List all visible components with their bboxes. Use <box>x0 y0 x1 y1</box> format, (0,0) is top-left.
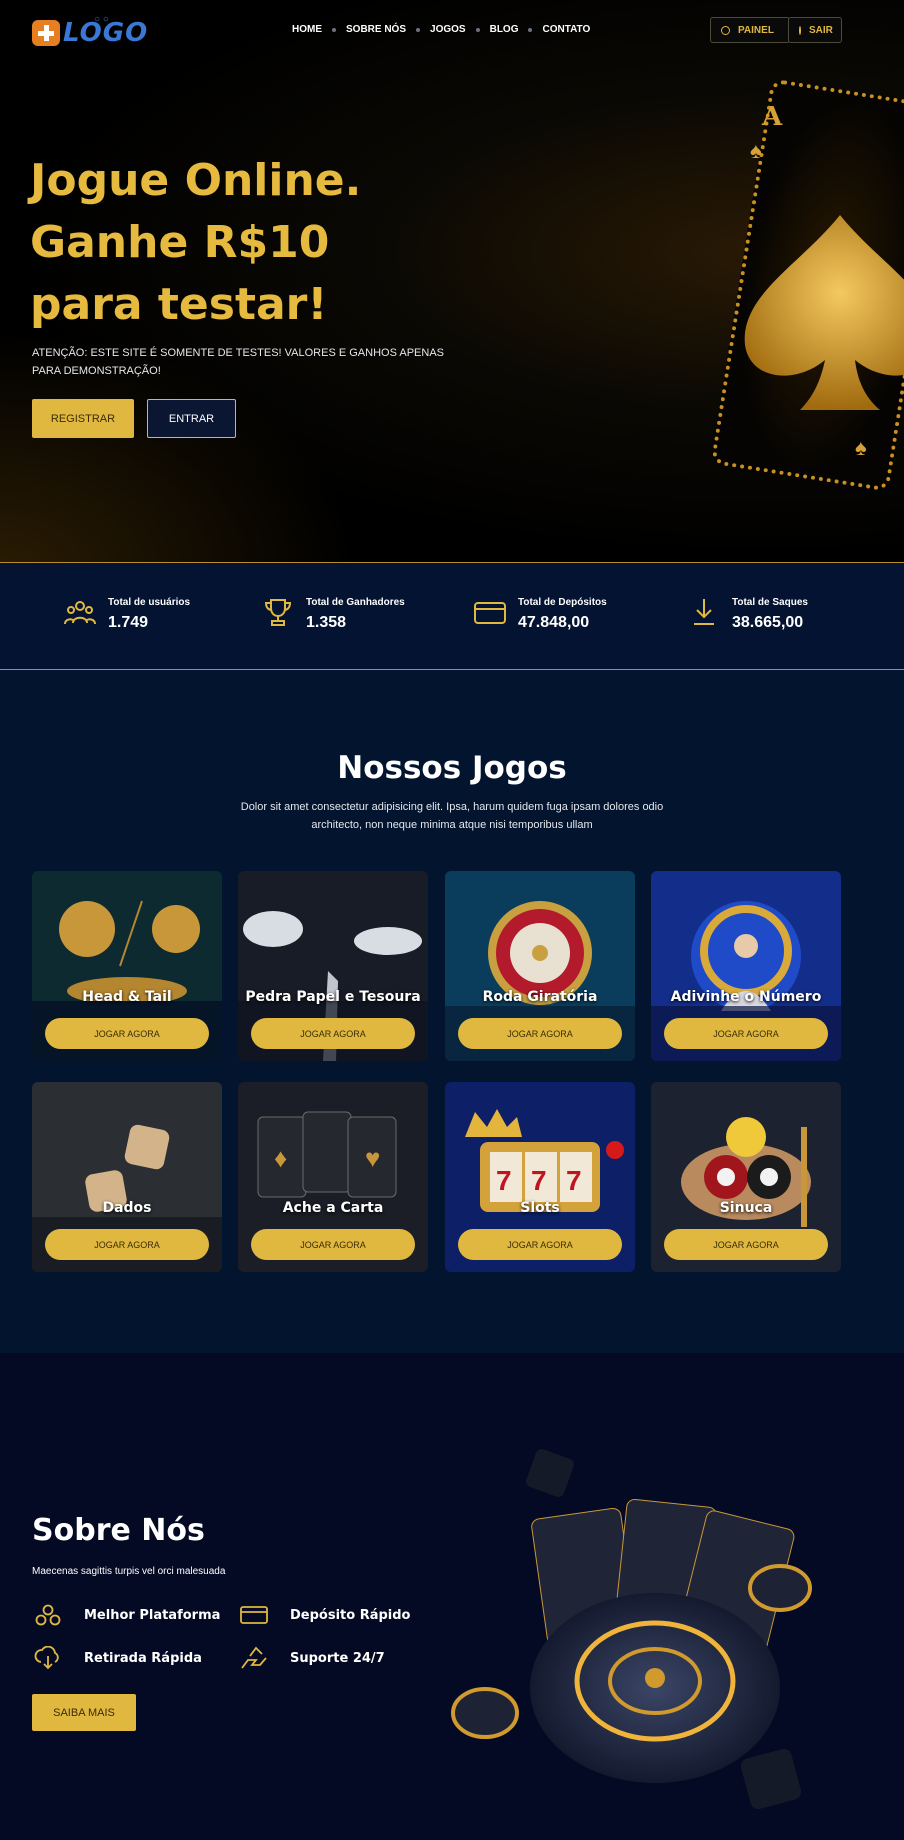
games-title: Nossos Jogos <box>337 750 567 786</box>
game-card-pool[interactable]: Sinuca JOGAR AGORA <box>651 1082 841 1272</box>
logo-dots-icon: ○ ○ <box>94 14 109 25</box>
feature-label: Melhor Plataforma <box>84 1607 221 1623</box>
painel-label: PAINEL <box>738 24 774 36</box>
game-card-guess-number[interactable]: Adivinhe o Número JOGAR AGORA <box>651 871 841 1061</box>
stat-value: 47.848,00 <box>518 614 590 631</box>
play-now-button[interactable]: JOGAR AGORA <box>458 1229 622 1260</box>
stat-label: Total de Ganhadores <box>306 597 405 608</box>
stats-bar: Total de usuários 1.749 Total de Ganhado… <box>0 562 904 670</box>
svg-text:♠: ♠ <box>750 138 762 163</box>
nav-sobre-nos[interactable]: SOBRE NÓS <box>346 24 406 35</box>
nav-jogos[interactable]: JOGOS <box>430 24 466 35</box>
nav-separator <box>528 27 533 32</box>
stat-label: Total de Depósitos <box>518 597 607 608</box>
trophy-icon <box>264 599 292 626</box>
ace-of-spades-illustration: A ♠ ♠ <box>700 78 904 500</box>
play-now-button[interactable]: JOGAR AGORA <box>45 1229 209 1260</box>
credit-card-icon <box>240 1606 268 1624</box>
game-name: Head & Tail <box>82 989 172 1005</box>
nav-separator <box>475 27 480 32</box>
play-now-button[interactable]: JOGAR AGORA <box>664 1229 828 1260</box>
feature-best-platform: Melhor Plataforma <box>34 1603 220 1627</box>
svg-text:♥: ♥ <box>365 1143 380 1173</box>
play-now-button[interactable]: JOGAR AGORA <box>458 1018 622 1049</box>
stat-winners: Total de Ganhadores 1.358 <box>262 597 405 632</box>
play-now-button[interactable]: JOGAR AGORA <box>251 1018 415 1049</box>
game-name: Dados <box>102 1200 152 1216</box>
game-card-wheel[interactable]: Roda Giratória JOGAR AGORA <box>445 871 635 1061</box>
game-card-find-card[interactable]: ♦ ♥ Ache a Carta JOGAR AGORA <box>238 1082 428 1272</box>
main-nav: HOME SOBRE NÓS JOGOS BLOG CONTATO <box>292 24 590 35</box>
games-description: Dolor sit amet consectetur adipisicing e… <box>240 801 664 831</box>
learn-more-button[interactable]: SAIBA MAIS <box>32 1694 136 1731</box>
game-name: Ache a Carta <box>282 1200 384 1216</box>
game-card-slots[interactable]: 777 Slots JOGAR AGORA <box>445 1082 635 1272</box>
stat-users: Total de usuários 1.749 <box>64 597 190 632</box>
game-name: Sinuca <box>719 1200 773 1216</box>
stat-value: 1.749 <box>108 614 149 631</box>
game-name: Slots <box>520 1200 560 1216</box>
svg-text:A: A <box>761 102 783 132</box>
play-now-button[interactable]: JOGAR AGORA <box>251 1229 415 1260</box>
dashboard-icon <box>721 25 730 35</box>
about-section: Sobre Nós Maecenas sagittis turpis vel o… <box>0 1353 904 1840</box>
nav-separator <box>332 27 336 32</box>
feature-fast-withdrawal: Retirada Rápida <box>34 1646 202 1670</box>
game-name: Pedra Papel e Tesoura <box>245 989 421 1005</box>
enter-button[interactable]: ENTRAR <box>147 399 236 438</box>
games-section: Nossos Jogos Dolor sit amet consectetur … <box>0 670 904 1353</box>
support-hand-icon <box>241 1646 267 1669</box>
feature-support: Suporte 24/7 <box>240 1646 385 1670</box>
game-card-head-tail[interactable]: Head & Tail JOGAR AGORA <box>32 871 222 1061</box>
hexagons-icon <box>35 1604 61 1626</box>
nav-home[interactable]: HOME <box>292 24 322 35</box>
sair-button[interactable]: SAIR <box>788 17 842 43</box>
spade-icon: A ♠ ♠ <box>744 102 904 460</box>
about-description: Maecenas sagittis turpis vel orci malesu… <box>32 1566 226 1577</box>
play-now-button[interactable]: JOGAR AGORA <box>45 1018 209 1049</box>
game-card-rock-paper-scissors[interactable]: Pedra Papel e Tesoura JOGAR AGORA <box>238 871 428 1061</box>
game-card-dice[interactable]: Dados JOGAR AGORA <box>32 1082 222 1272</box>
nav-contato[interactable]: CONTATO <box>542 24 590 35</box>
feature-label: Depósito Rápido <box>290 1607 411 1623</box>
svg-text:7: 7 <box>531 1165 547 1196</box>
stat-value: 1.358 <box>306 614 347 631</box>
svg-text:♦: ♦ <box>274 1143 287 1173</box>
play-now-button[interactable]: JOGAR AGORA <box>664 1018 828 1049</box>
download-icon <box>694 599 714 625</box>
hero-section: LOGO ○ ○ HOME SOBRE NÓS JOGOS BLOG CONTA… <box>0 0 904 562</box>
sair-label: SAIR <box>809 24 833 36</box>
users-icon <box>64 601 96 625</box>
stat-label: Total de usuários <box>108 597 191 608</box>
game-name: Roda Giratória <box>482 989 598 1005</box>
casino-roulette-illustration <box>451 1449 812 1810</box>
stat-withdrawals: Total de Saques 38.665,00 <box>688 597 808 632</box>
nav-separator <box>416 27 421 32</box>
register-button[interactable]: REGISTRAR <box>32 399 134 438</box>
game-name: Adivinhe o Número <box>670 989 822 1005</box>
stat-label: Total de Saques <box>732 597 808 608</box>
plus-logo-icon <box>32 20 60 46</box>
logout-icon <box>799 25 801 35</box>
credit-card-icon <box>474 602 506 624</box>
stat-value: 38.665,00 <box>732 614 804 631</box>
about-title: Sobre Nós <box>32 1513 205 1548</box>
svg-text:7: 7 <box>566 1165 582 1196</box>
hero-title: Jogue Online. Ganhe R$10 para testar! <box>30 155 362 330</box>
svg-text:♠: ♠ <box>855 435 867 460</box>
cloud-download-icon <box>34 1646 59 1670</box>
nav-blog[interactable]: BLOG <box>490 24 519 35</box>
svg-text:7: 7 <box>496 1165 512 1196</box>
logo[interactable]: LOGO ○ ○ <box>32 14 148 48</box>
feature-fast-deposit: Depósito Rápido <box>240 1603 411 1627</box>
painel-button[interactable]: PAINEL <box>710 17 790 43</box>
feature-label: Retirada Rápida <box>84 1650 202 1666</box>
feature-label: Suporte 24/7 <box>290 1650 385 1666</box>
hero-subtitle: ATENÇÃO: ESTE SITE É SOMENTE DE TESTES! … <box>32 347 444 377</box>
stat-deposits: Total de Depósitos 47.848,00 <box>474 597 607 632</box>
